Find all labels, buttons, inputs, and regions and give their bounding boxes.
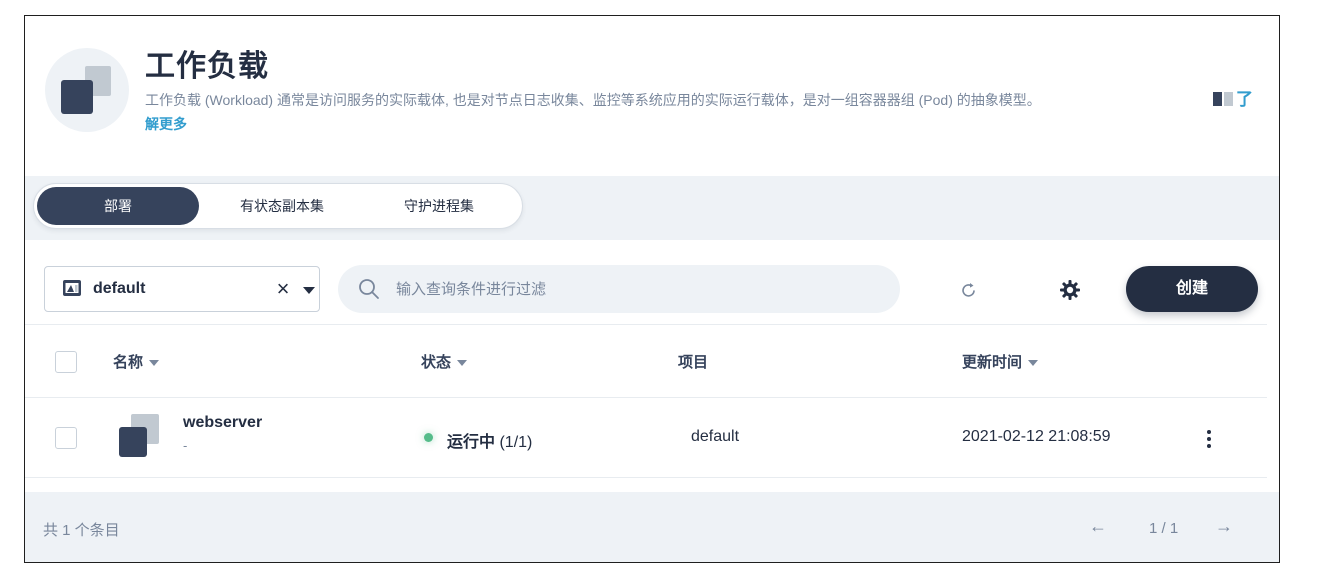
chevron-down-icon[interactable] <box>303 287 315 294</box>
project-icon <box>63 280 81 296</box>
more-actions-icon[interactable] <box>1199 430 1219 452</box>
search-box <box>338 265 900 313</box>
previous-page-button[interactable]: ← <box>1089 516 1107 537</box>
table-footer: 共 1 个条目 ← 1 / 1 → <box>25 492 1279 562</box>
workload-type-tabs: 部署 有状态副本集 守护进程集 <box>33 183 523 229</box>
select-all-checkbox[interactable] <box>55 351 77 373</box>
table-row: webserver - 运行中 (1/1) default 2021-02-12… <box>25 398 1267 478</box>
column-project-label: 项目 <box>678 354 709 371</box>
page-indicator: 1 / 1 <box>1149 520 1179 537</box>
row-checkbox[interactable] <box>55 427 77 449</box>
table-header: 名称 状态 项目 更新时间 <box>25 324 1267 398</box>
namespace-value: default <box>93 280 146 297</box>
total-count: 共 1 个条目 <box>43 522 120 539</box>
namespace-select[interactable]: default × <box>44 266 320 312</box>
tabs-strip: 部署 有状态副本集 守护进程集 <box>25 176 1279 240</box>
workload-description: - <box>183 438 188 453</box>
search-icon <box>359 279 379 299</box>
clear-icon[interactable]: × <box>273 276 293 302</box>
tab-daemonsets[interactable]: 守护进程集 <box>374 187 504 225</box>
status-text: 运行中 (1/1) <box>447 428 532 452</box>
sort-caret-icon <box>149 360 160 367</box>
column-name-label: 名称 <box>113 354 144 371</box>
gear-icon[interactable] <box>1059 279 1081 301</box>
column-updated-header[interactable]: 更新时间 <box>962 351 1039 372</box>
learn-more-link-continued[interactable]: 解更多 <box>145 112 187 136</box>
toolbar: default × 输入查询条件进行过滤 创建 <box>25 248 1279 324</box>
status-label: 运行中 <box>447 434 496 451</box>
learn-more-link[interactable]: 了 <box>1236 88 1253 112</box>
status-running-dot <box>424 433 433 442</box>
workloads-page: 工作负载 工作负载 (Workload) 通常是访问服务的实际载体, 也是对节点… <box>24 15 1280 563</box>
column-status-label: 状态 <box>421 354 452 371</box>
workload-icon <box>45 48 129 132</box>
workload-icon-front <box>61 80 93 114</box>
status-count: (1/1) <box>499 434 533 451</box>
refresh-icon[interactable] <box>961 282 977 298</box>
column-updated-label: 更新时间 <box>962 354 1023 371</box>
tab-deployments[interactable]: 部署 <box>37 187 199 225</box>
deployment-icon <box>117 414 161 460</box>
project-cell: default <box>691 428 740 445</box>
updated-time-cell: 2021-02-12 21:08:59 <box>962 428 1111 445</box>
sort-caret-icon <box>1028 360 1039 367</box>
next-page-button[interactable]: → <box>1215 516 1233 537</box>
column-name-header[interactable]: 名称 <box>113 351 160 372</box>
column-project-header: 项目 <box>678 351 708 372</box>
book-icon <box>1213 92 1233 106</box>
create-button[interactable]: 创建 <box>1126 266 1258 312</box>
page-title: 工作负载 <box>145 50 269 83</box>
page-description: 工作负载 (Workload) 通常是访问服务的实际载体, 也是对节点日志收集、… <box>145 92 1041 108</box>
deployment-icon-front <box>119 427 147 457</box>
tab-statefulsets[interactable]: 有状态副本集 <box>212 187 352 225</box>
search-input[interactable] <box>396 265 876 313</box>
workload-name-link[interactable]: webserver <box>183 414 262 432</box>
page-header: 工作负载 工作负载 (Workload) 通常是访问服务的实际载体, 也是对节点… <box>25 16 1279 176</box>
column-status-header[interactable]: 状态 <box>421 351 468 372</box>
sort-caret-icon <box>457 360 468 367</box>
